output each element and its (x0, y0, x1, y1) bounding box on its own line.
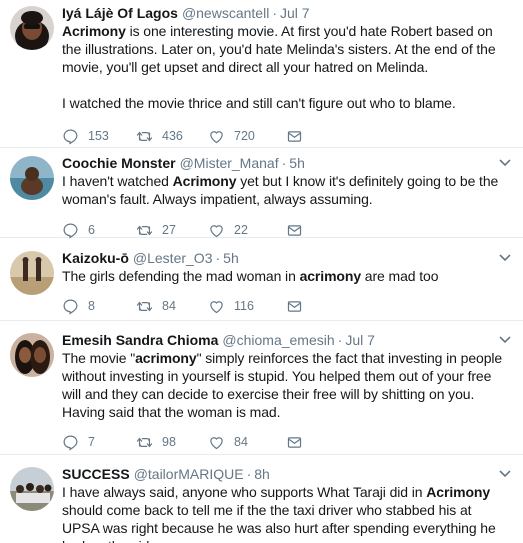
tweet[interactable]: Kaizoku-ō @Lester_O3 · 5h The girls defe… (0, 238, 523, 321)
avatar[interactable] (10, 156, 54, 200)
reply-icon (63, 435, 78, 450)
retweet-count: 436 (162, 129, 183, 143)
envelope-icon (287, 224, 302, 236)
heart-icon (210, 436, 223, 449)
like-button[interactable]: 720 (208, 128, 286, 145)
heart-icon (210, 224, 223, 237)
retweet-button[interactable]: 84 (136, 298, 208, 315)
retweet-icon (136, 301, 153, 311)
chevron-down-icon[interactable] (497, 154, 513, 170)
timestamp[interactable]: 5h (223, 249, 239, 267)
reply-count: 7 (88, 435, 95, 449)
like-count: 720 (234, 129, 255, 143)
dm-button[interactable] (286, 128, 303, 145)
tweet-header: SUCCESS @tailorMARIQUE · 8h (62, 465, 270, 483)
retweet-icon (136, 437, 153, 447)
chevron-down-icon[interactable] (497, 249, 513, 265)
avatar[interactable] (10, 467, 54, 511)
tweet-feed: Iyá Lájè Of Lagos @newscantell · Jul 7 A… (0, 0, 523, 543)
tweet-header: Emesih Sandra Chioma @chioma_emesih · Ju… (62, 331, 375, 349)
reply-count: 8 (88, 299, 95, 313)
tweet-header: Coochie Monster @Mister_Manaf · 5h (62, 154, 305, 172)
timestamp[interactable]: Jul 7 (345, 331, 375, 349)
avatar[interactable] (10, 333, 54, 377)
dm-button[interactable] (286, 434, 303, 451)
reply-button[interactable]: 6 (62, 222, 136, 239)
display-name[interactable]: SUCCESS (62, 465, 130, 483)
tweet-text: I have always said, anyone who supports … (62, 484, 496, 543)
heart-icon (210, 300, 223, 313)
display-name[interactable]: Coochie Monster (62, 154, 176, 172)
reply-button[interactable]: 8 (62, 298, 136, 315)
chevron-down-icon[interactable] (497, 465, 513, 481)
tweet-text: The girls defending the mad woman in acr… (62, 268, 439, 284)
reply-count: 6 (88, 223, 95, 237)
display-name[interactable]: Emesih Sandra Chioma (62, 331, 218, 349)
like-count: 116 (234, 299, 254, 313)
like-count: 22 (234, 223, 248, 237)
like-count: 84 (234, 435, 248, 449)
tweet[interactable]: Emesih Sandra Chioma @chioma_emesih · Ju… (0, 321, 523, 455)
tweet[interactable]: Coochie Monster @Mister_Manaf · 5h I hav… (0, 148, 523, 238)
retweet-button[interactable]: 436 (136, 128, 208, 145)
retweet-count: 27 (162, 223, 176, 237)
retweet-button[interactable]: 27 (136, 222, 208, 239)
like-button[interactable]: 84 (208, 434, 286, 451)
avatar[interactable] (10, 6, 54, 50)
reply-icon (63, 299, 78, 314)
envelope-icon (287, 300, 302, 312)
tweet-text: I haven't watched Acrimony yet but I kno… (62, 173, 503, 207)
chevron-down-icon[interactable] (497, 331, 513, 347)
reply-button[interactable]: 7 (62, 434, 136, 451)
retweet-count: 98 (162, 435, 176, 449)
user-handle[interactable]: @newscantell (182, 4, 269, 22)
tweet[interactable]: SUCCESS @tailorMARIQUE · 8h I have alway… (0, 455, 523, 543)
like-button[interactable]: 116 (208, 298, 286, 315)
tweet-text: The movie "acrimony" simply reinforces t… (62, 350, 506, 420)
retweet-icon (136, 225, 153, 235)
dm-button[interactable] (286, 222, 303, 239)
reply-icon (63, 129, 78, 144)
retweet-button[interactable]: 98 (136, 434, 208, 451)
dm-button[interactable] (286, 298, 303, 315)
tweet-header: Iyá Lájè Of Lagos @newscantell · Jul 7 (62, 4, 310, 22)
tweet-header: Kaizoku-ō @Lester_O3 · 5h (62, 249, 239, 267)
retweet-icon (136, 131, 153, 141)
timestamp[interactable]: Jul 7 (280, 4, 310, 22)
tweet-actions: 8 84 116 (62, 286, 509, 326)
like-button[interactable]: 22 (208, 222, 286, 239)
reply-icon (63, 223, 78, 238)
display-name[interactable]: Iyá Lájè Of Lagos (62, 4, 178, 22)
reply-count: 153 (88, 129, 109, 143)
tweet[interactable]: Iyá Lájè Of Lagos @newscantell · Jul 7 A… (0, 0, 523, 148)
avatar[interactable] (10, 251, 54, 295)
heart-icon (210, 130, 223, 143)
timestamp[interactable]: 5h (289, 154, 305, 172)
user-handle[interactable]: @Mister_Manaf (180, 154, 279, 172)
tweet-text: Acrimony is one interesting movie. At fi… (62, 23, 496, 111)
envelope-icon (287, 436, 302, 448)
user-handle[interactable]: @chioma_emesih (222, 331, 334, 349)
retweet-count: 84 (162, 299, 176, 313)
timestamp[interactable]: 8h (254, 465, 270, 483)
reply-button[interactable]: 153 (62, 128, 136, 145)
envelope-icon (287, 130, 302, 142)
display-name[interactable]: Kaizoku-ō (62, 249, 129, 267)
user-handle[interactable]: @tailorMARIQUE (134, 465, 244, 483)
user-handle[interactable]: @Lester_O3 (133, 249, 213, 267)
